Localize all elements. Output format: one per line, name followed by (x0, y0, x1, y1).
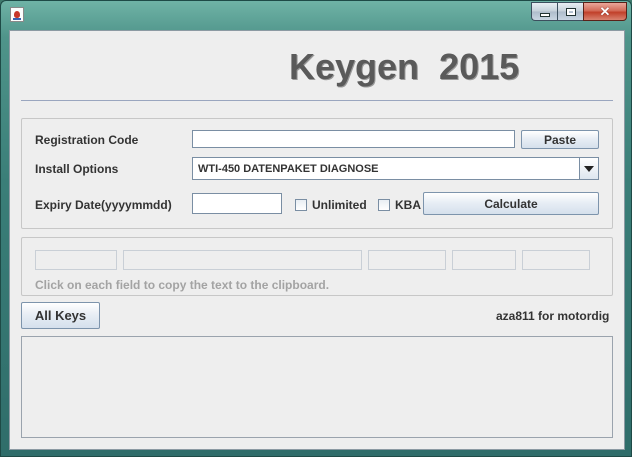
client-area: Keygen 2015 Registration Code Paste Inst… (9, 30, 625, 450)
kba-checkbox-row[interactable]: KBA (378, 198, 421, 212)
close-button[interactable]: ✕ (583, 2, 627, 21)
maximize-button[interactable] (557, 2, 583, 21)
output-field-2[interactable] (123, 250, 362, 270)
java-icon[interactable] (10, 7, 24, 22)
paste-button[interactable]: Paste (521, 130, 599, 149)
output-field-4[interactable] (452, 250, 516, 270)
maximize-icon (565, 7, 576, 16)
header-divider (21, 100, 613, 101)
minimize-icon (539, 12, 550, 17)
app-window: ✕ Keygen 2015 Registration Code Paste In… (0, 0, 632, 457)
calculate-button[interactable]: Calculate (423, 192, 599, 215)
credit-text: aza811 for motordig (496, 309, 610, 323)
page-title: Keygen 2015 (289, 46, 520, 87)
minimize-button[interactable] (531, 2, 557, 21)
output-field-3[interactable] (368, 250, 446, 270)
output-field-5[interactable] (522, 250, 590, 270)
keys-output-area[interactable] (21, 336, 613, 438)
install-options-select[interactable]: WTI-450 DATENPAKET DIAGNOSE (192, 157, 599, 180)
unlimited-checkbox-row[interactable]: Unlimited (295, 198, 367, 212)
chevron-down-icon (584, 165, 594, 172)
output-field-1[interactable] (35, 250, 117, 270)
install-options-label: Install Options (35, 162, 119, 176)
close-icon: ✕ (599, 4, 611, 19)
dropdown-button[interactable] (579, 158, 598, 179)
kba-label: KBA (395, 198, 421, 212)
all-keys-button[interactable]: All Keys (21, 302, 100, 329)
unlimited-label: Unlimited (312, 198, 367, 212)
expiry-date-label: Expiry Date(yyyymmdd) (35, 198, 172, 212)
unlimited-checkbox[interactable] (295, 199, 307, 211)
kba-checkbox[interactable] (378, 199, 390, 211)
title-bar[interactable]: ✕ (1, 1, 632, 27)
registration-code-label: Registration Code (35, 133, 139, 147)
registration-code-input[interactable] (192, 130, 515, 148)
expiry-date-input[interactable] (192, 193, 282, 214)
window-controls: ✕ (531, 2, 627, 21)
clipboard-hint: Click on each field to copy the text to … (35, 278, 330, 292)
install-options-value: WTI-450 DATENPAKET DIAGNOSE (198, 162, 379, 175)
